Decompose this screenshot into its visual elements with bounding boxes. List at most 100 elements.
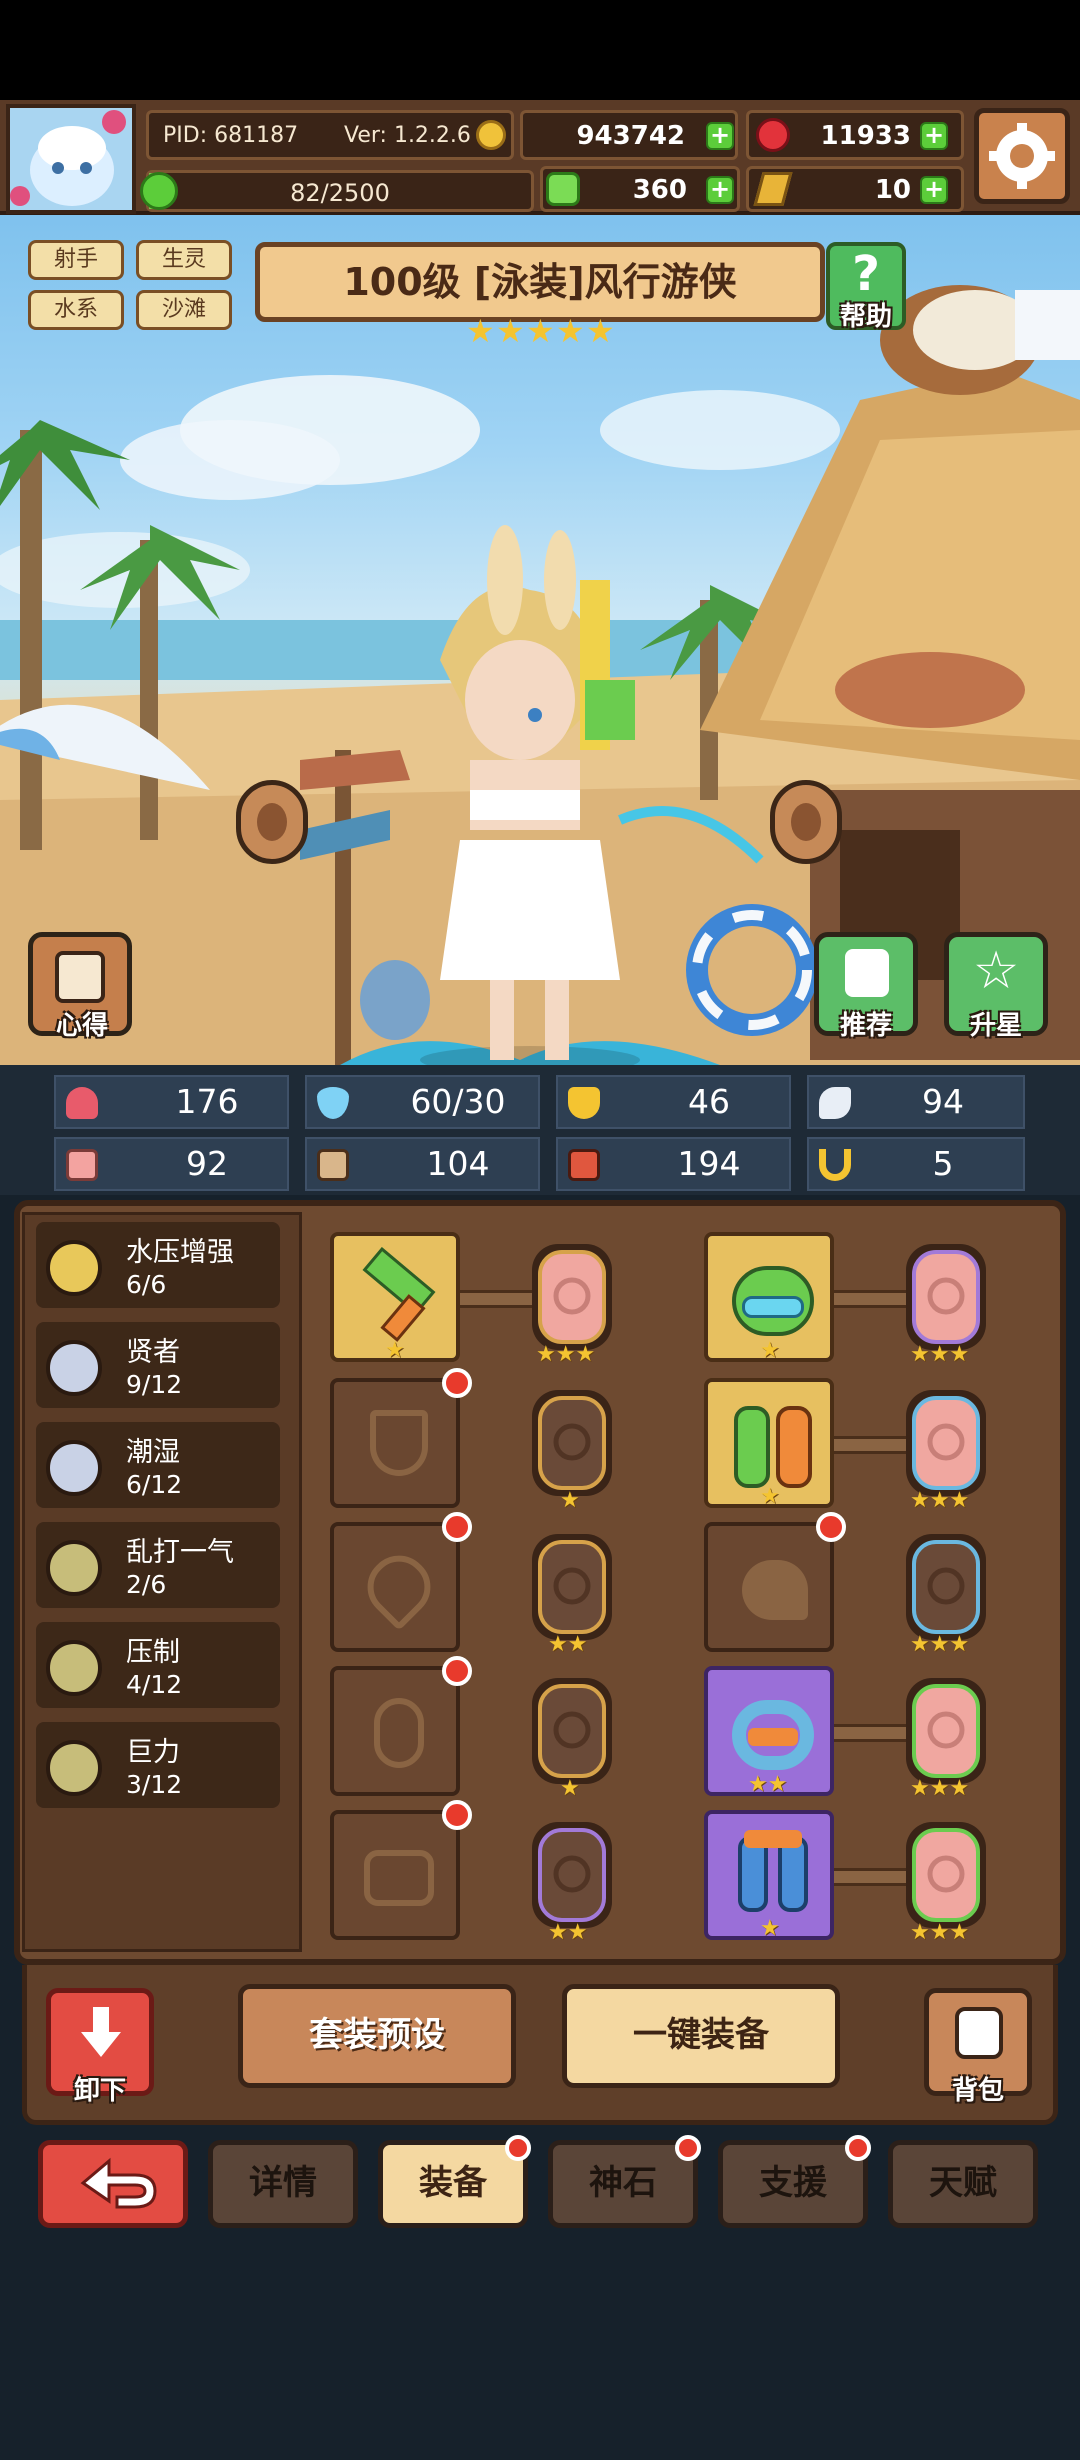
accessory-slot[interactable]: [330, 1656, 472, 1796]
set-count: 3/12: [126, 1770, 183, 1799]
rune-socket[interactable]: [898, 1672, 994, 1792]
set-count: 2/6: [126, 1570, 167, 1599]
rune-socket[interactable]: [524, 1528, 620, 1648]
stat-defense: 46: [556, 1075, 791, 1129]
star-icon: ★: [466, 312, 495, 350]
rune-stars: ★★: [548, 1632, 588, 1657]
stat-attack-value: 92: [186, 1144, 228, 1183]
status-bar-area: [0, 0, 1080, 100]
set-name: 潮湿: [126, 1437, 180, 1468]
player-id[interactable]: PID: 681187: [163, 123, 298, 148]
rune-gem-icon: [906, 1678, 986, 1784]
rune-socket[interactable]: [524, 1816, 620, 1936]
rune-socket[interactable]: [898, 1816, 994, 1936]
add-clover-button[interactable]: +: [706, 176, 734, 204]
boot-outline-icon: [742, 1560, 808, 1620]
exp-value: 82/2500: [290, 179, 390, 207]
tag-scene: 沙滩: [136, 290, 232, 330]
notification-dot: [442, 1368, 472, 1398]
tab-godstone[interactable]: 神石: [548, 2135, 701, 2228]
rune-gem-icon: [906, 1534, 986, 1640]
rune-socket[interactable]: [898, 1238, 994, 1358]
book-icon: [317, 1149, 349, 1181]
add-key-button[interactable]: +: [920, 176, 948, 204]
notification-dot: [505, 2135, 531, 2161]
set-bonus-item[interactable]: 压制 4/12: [36, 1622, 280, 1708]
hero-star-rating: ★ ★ ★ ★ ★: [466, 312, 616, 350]
tab-equipment[interactable]: 装备: [378, 2135, 531, 2228]
notification-dot: [442, 1512, 472, 1542]
settings-button[interactable]: [974, 108, 1070, 204]
set-name: 压制: [126, 1637, 180, 1668]
set-bonus-item[interactable]: 贤者 9/12: [36, 1322, 280, 1408]
star-outline-icon: ☆: [972, 941, 1020, 1001]
stat-hp-value: 176: [175, 1082, 239, 1121]
question-icon: ?: [852, 246, 880, 302]
set-bonus-item[interactable]: 乱打一气 2/6: [36, 1522, 280, 1608]
backpack-icon: [955, 2007, 1003, 2059]
crit-icon: [568, 1149, 600, 1181]
next-hero-button[interactable]: [770, 780, 842, 864]
set-bonus-item[interactable]: 巨力 3/12: [36, 1722, 280, 1808]
stat-pickup-value: 5: [932, 1144, 954, 1183]
armor-slot[interactable]: [330, 1368, 472, 1508]
thumbs-up-icon: [845, 949, 889, 997]
set-bonus-item[interactable]: 水压增强 6/6: [36, 1222, 280, 1308]
prev-arrow-icon: [257, 803, 287, 841]
ruby-amount: 11933: [820, 121, 911, 151]
add-gold-button[interactable]: +: [706, 122, 734, 150]
tab-details[interactable]: 详情: [208, 2140, 358, 2228]
set-medal-icon: [46, 1340, 102, 1396]
set-preset-button[interactable]: 套装预设: [238, 1984, 516, 2088]
back-button[interactable]: [38, 2140, 188, 2228]
oxygen-tank-icon: [734, 1406, 770, 1488]
set-medal-icon: [46, 1240, 102, 1296]
backpack-label: 背包: [951, 2076, 1004, 2106]
auto-equip-button[interactable]: 一键装备: [562, 1984, 840, 2088]
rune-stars: ★: [560, 1776, 580, 1801]
set-count: 4/12: [126, 1670, 183, 1699]
ring-outline-icon: [364, 1850, 434, 1906]
star-icon: ★: [556, 312, 585, 350]
stat-intellect-value: 104: [426, 1144, 490, 1183]
gear-icon: [989, 123, 1055, 189]
rune-stars: ★★: [548, 1920, 588, 1945]
necklace-slot[interactable]: [330, 1512, 472, 1652]
water-drop-icon: [317, 1087, 349, 1119]
recommend-label: 推荐: [839, 1011, 892, 1041]
tab-talent[interactable]: 天赋: [888, 2140, 1038, 2228]
boots-slot[interactable]: [704, 1512, 846, 1652]
set-bonus-item[interactable]: 潮湿 6/12: [36, 1422, 280, 1508]
ring-slot[interactable]: [330, 1800, 472, 1940]
rune-socket[interactable]: [898, 1384, 994, 1504]
rune-gem-icon: [532, 1390, 612, 1496]
stat-crit: 194: [556, 1137, 791, 1191]
clover-icon: [546, 172, 580, 206]
set-medal-icon: [46, 1540, 102, 1596]
player-avatar[interactable]: [6, 104, 136, 214]
goggle-lens-icon: [742, 1296, 804, 1318]
oxygen-tank-icon: [776, 1406, 812, 1488]
stat-speed-value: 94: [922, 1082, 964, 1121]
hero-title-banner: 100级 [泳装]风行游侠: [255, 242, 825, 322]
rune-socket[interactable]: [524, 1384, 620, 1504]
slot-star: ★: [760, 1484, 780, 1509]
rune-gem-icon: [532, 1678, 612, 1784]
rune-stars: ★★★: [910, 1776, 970, 1801]
rune-socket[interactable]: [524, 1672, 620, 1792]
slime-avatar-icon: [10, 108, 132, 210]
prev-hero-button[interactable]: [236, 780, 308, 864]
rune-socket[interactable]: [898, 1528, 994, 1648]
stat-pickup: 5: [807, 1137, 1025, 1191]
rune-socket[interactable]: [524, 1238, 620, 1358]
exp-bar: 82/2500: [146, 170, 534, 212]
stat-attack: 92: [54, 1137, 289, 1191]
tab-support-label: 支援: [759, 2163, 827, 2203]
ruby-icon: [756, 118, 790, 152]
tab-support[interactable]: 支援: [718, 2135, 871, 2228]
equipment-action-bar: [22, 1965, 1058, 2125]
insight-label: 心得: [55, 1011, 108, 1041]
add-ruby-button[interactable]: +: [920, 122, 948, 150]
gold-coin-icon: [476, 120, 506, 150]
set-medal-icon: [46, 1640, 102, 1696]
